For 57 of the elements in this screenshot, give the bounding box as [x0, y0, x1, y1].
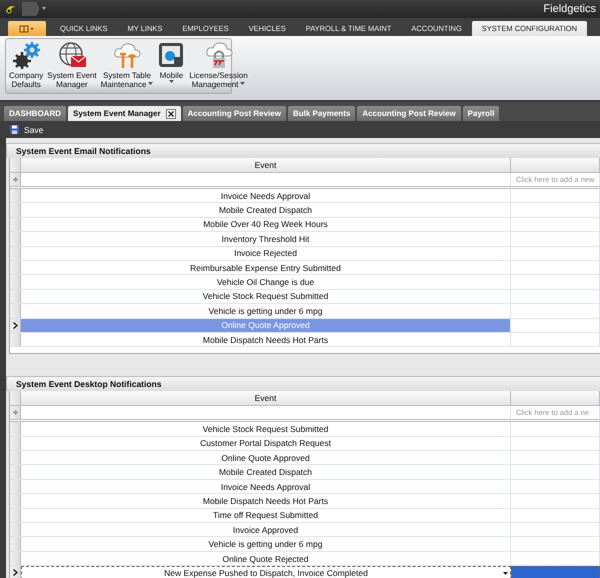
table-cell: Time off Request Submitted: [21, 508, 511, 522]
panel-icon: [19, 24, 35, 32]
ribbon-button[interactable]: System Table Maintenance: [100, 41, 154, 89]
globe-envelope-icon: [58, 41, 86, 69]
table-cell: Vehicle is getting under 6 mpg: [21, 537, 511, 551]
row-selector[interactable]: [10, 566, 21, 578]
document-tab[interactable]: Accounting Post Review: [182, 106, 286, 121]
caret-icon: [503, 572, 508, 576]
table-cell: Mobile Dispatch Needs Hot Parts: [21, 494, 511, 508]
new-row-icon: [12, 177, 18, 182]
document-tab[interactable]: DASHBOARD: [4, 106, 66, 121]
application-menu-button[interactable]: [8, 21, 46, 36]
section-title: System Event Desktop Notifications: [6, 376, 600, 392]
table-cell: Customer Portal Dispatch Request: [21, 436, 511, 450]
close-icon[interactable]: [166, 108, 176, 118]
caret-icon: [240, 82, 246, 85]
table-cell: Mobile Created Dispatch: [21, 465, 511, 479]
table-cell: Online Quote Rejected: [21, 552, 511, 566]
cloud-tools-icon: [113, 41, 142, 69]
document-tab[interactable]: System Event Manager: [68, 106, 181, 121]
table-cell: Online Quote Approved: [21, 318, 511, 332]
document-tab[interactable]: Accounting Post Review: [357, 106, 461, 121]
document-tab[interactable]: Bulk Payments: [288, 106, 356, 121]
table-cell: Vehicle Stock Request Submitted: [21, 290, 511, 304]
window-title: Fieldgetics: [543, 3, 596, 15]
table-cell: Mobile Dispatch Needs Hot Parts: [21, 332, 511, 346]
caret-icon: [168, 80, 174, 83]
table-cell: Invoice Needs Approval: [21, 189, 511, 202]
table-cell: Vehicle is getting under 6 mpg: [21, 304, 511, 318]
table-cell: Invoice Approved: [21, 523, 511, 536]
table-cell: Mobile Created Dispatch: [21, 203, 511, 217]
row-selector[interactable]: [10, 318, 21, 332]
document-tab[interactable]: Payroll: [462, 106, 500, 121]
section-title: System Event Email Notifications: [6, 143, 600, 158]
table-cell: Inventory Threshold Hit: [21, 232, 511, 246]
tablet-icon: [157, 41, 186, 69]
app-logo-icon: [4, 3, 18, 15]
caret-icon: [148, 82, 154, 85]
ribbon-button[interactable]: Company Defaults: [8, 41, 44, 89]
table-cell: Vehicle Oil Change is due: [21, 275, 511, 289]
event-dropdown[interactable]: New Expense Pushed to Dispatch, Invoice Completed: [21, 566, 511, 578]
cloud-lock-icon: [204, 41, 233, 69]
column-header[interactable]: Event: [21, 158, 511, 172]
table-cell: Online Quote Approved: [21, 451, 511, 464]
new-row-icon: [12, 410, 18, 416]
table-cell: Invoice Rejected: [21, 246, 511, 260]
gears-icon: [12, 41, 40, 69]
ribbon-button[interactable]: Mobile: [156, 41, 186, 85]
table-cell: Invoice Needs Approval: [21, 480, 511, 494]
ribbon-button[interactable]: System Event Manager: [46, 41, 98, 89]
table-cell: Reimbursable Expense Entry Submitted: [21, 260, 511, 274]
column-header[interactable]: Event: [21, 391, 511, 406]
table-cell: Vehicle Stock Request Submitted: [21, 422, 511, 436]
save-button[interactable]: Save: [10, 124, 44, 134]
quick-access-button[interactable]: [22, 2, 48, 16]
table-cell: Mobile Over 40 Reg Week Hours: [21, 218, 511, 232]
ribbon-button[interactable]: License/Session Management: [188, 41, 249, 89]
